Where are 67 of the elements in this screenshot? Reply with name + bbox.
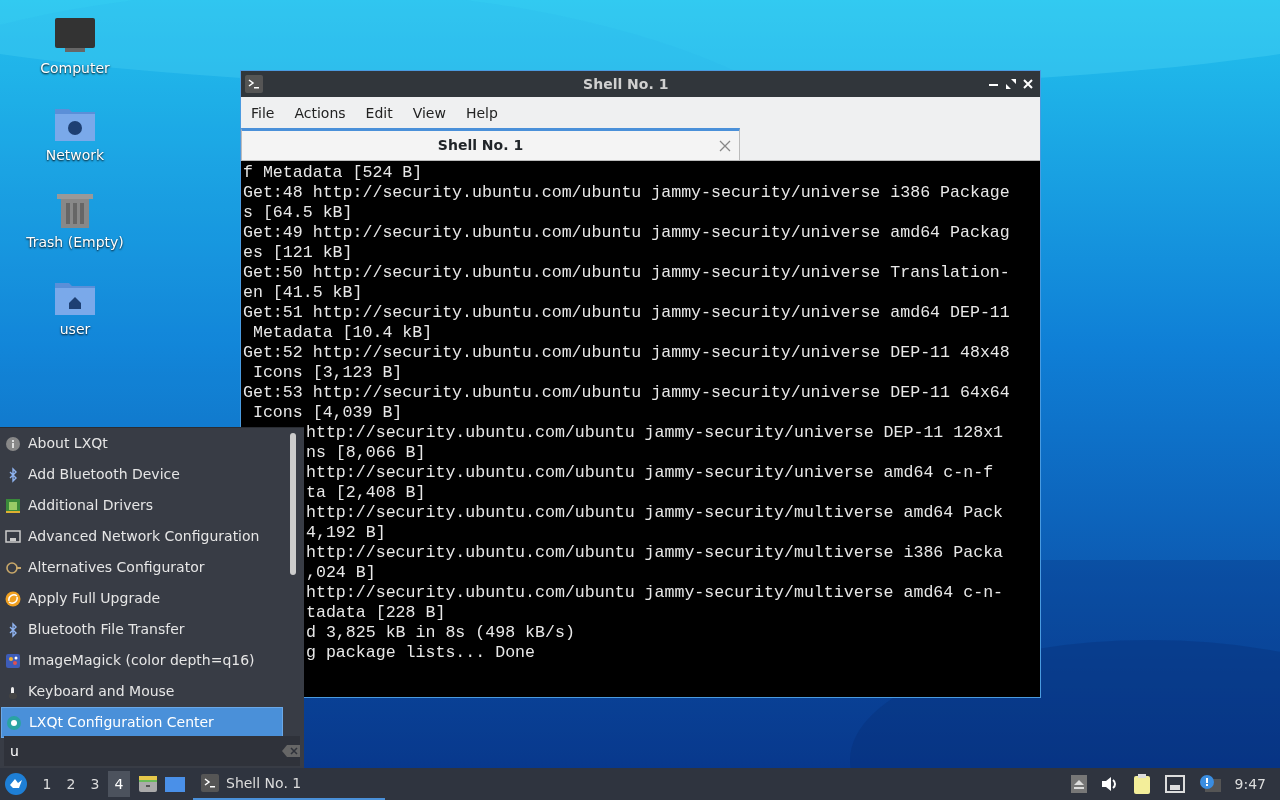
menu-item[interactable]: About LXQt [1,428,283,459]
terminal-line: http://security.ubuntu.com/ubuntu jammy-security/multiverse amd64 c-n- [306,583,1004,603]
terminal-icon [244,75,263,93]
terminal-line: ,024 B] [306,563,376,583]
menu-item[interactable]: Alternatives Configurator [1,552,283,583]
workspace-button[interactable]: 3 [84,771,106,797]
terminal-line: ta [2,408 B] [306,483,426,503]
refresh-icon [5,590,21,607]
terminal-line: 4,192 B] [306,523,386,543]
terminal-line: Get:53 http://security.ubuntu.com/ubuntu jammy-security/universe DEP-11 64x64 [243,383,1010,403]
terminal-line: Get:48 http://security.ubuntu.com/ubuntu jammy-security/universe i386 Package [243,183,1010,203]
terminal-line: ns [8,066 B] [306,443,426,463]
terminal-line: es [121 kB] [243,243,353,263]
menu-item[interactable]: Additional Drivers [1,490,283,521]
desktop-icon-label[interactable]: user [59,319,91,340]
taskbar-button[interactable]: Shell No. 1 [193,768,385,800]
menu-item[interactable]: ImageMagick (color depth=q16) [1,645,283,676]
menu-item[interactable]: Bluetooth File Transfer [1,614,283,645]
terminal-line: http://security.ubuntu.com/ubuntu jammy-security/multiverse amd64 Pack [306,503,1004,523]
menu-item[interactable]: View [402,102,456,124]
network-port-icon[interactable] [1164,775,1185,793]
eject-icon[interactable] [1070,775,1087,793]
terminal-line: Get:51 http://security.ubuntu.com/ubuntu jammy-security/universe amd64 DEP-11 [243,303,1010,323]
workspace-button[interactable]: 2 [60,771,82,797]
tab[interactable]: Shell No. 1 [241,128,740,160]
terminal-line: d 3,825 kB in 8s (498 kB/s) [306,623,575,643]
window-icon[interactable] [164,774,186,794]
menu-item[interactable]: Actions [284,102,356,124]
terminal-line: en [41.5 kB] [243,283,363,303]
menu-item[interactable]: Advanced Network Configuration [1,521,283,552]
network-port-icon [5,528,21,545]
gear-icon [5,559,21,576]
terminal-line: g package lists... Done [306,643,536,663]
maximize-icon[interactable] [1006,79,1016,89]
clock[interactable]: 9:47 [1234,773,1266,795]
clipboard-icon[interactable] [1132,774,1151,794]
chip-icon [5,497,21,514]
terminal-line: s [64.5 kB] [243,203,353,223]
terminal-line: http://security.ubuntu.com/ubuntu jammy-security/universe DEP-11 128x1 [306,423,1004,443]
window-title: Shell No. 1 [582,74,670,94]
workspace-button[interactable]: 4 [108,771,130,797]
workspace-button[interactable]: 1 [36,771,58,797]
search-field[interactable]: u [4,736,300,766]
terminal-line: http://security.ubuntu.com/ubuntu jammy-security/universe amd64 c-n-f [306,463,994,483]
terminal-line: Get:49 http://security.ubuntu.com/ubuntu jammy-security/universe amd64 Packag [243,223,1010,243]
start-menu-icon[interactable] [4,772,28,796]
menu-item[interactable]: File [241,102,285,124]
palette-icon [5,652,21,669]
terminal-line: f Metadata [524 B] [243,163,423,183]
menu-item[interactable]: Edit [355,102,403,124]
info-icon [5,435,21,452]
settings-icon [6,714,22,731]
terminal-line: Icons [3,123 B] [251,363,403,383]
file-manager-icon[interactable] [138,774,158,794]
volume-icon[interactable] [1100,776,1119,792]
notification-icon[interactable] [1198,774,1221,794]
menu-item[interactable]: Apply Full Upgrade [1,583,283,614]
terminal-line: Get:50 http://security.ubuntu.com/ubuntu jammy-security/universe Translation- [243,263,1010,283]
menu-item[interactable]: Help [455,102,508,124]
menu-item[interactable]: Keyboard and Mouse [1,676,283,707]
terminal-line: http://security.ubuntu.com/ubuntu jammy-security/multiverse i386 Packa [306,543,1004,563]
terminal-line: tadata [228 B] [306,603,446,623]
menu-item[interactable]: Add Bluetooth Device [1,459,283,490]
terminal-line: Metadata [10.4 kB] [251,323,433,343]
terminal-line: Get:52 http://security.ubuntu.com/ubuntu jammy-security/universe DEP-11 48x48 [243,343,1010,363]
terminal-icon [201,774,219,792]
terminal-line: Icons [4,039 B] [251,403,403,423]
